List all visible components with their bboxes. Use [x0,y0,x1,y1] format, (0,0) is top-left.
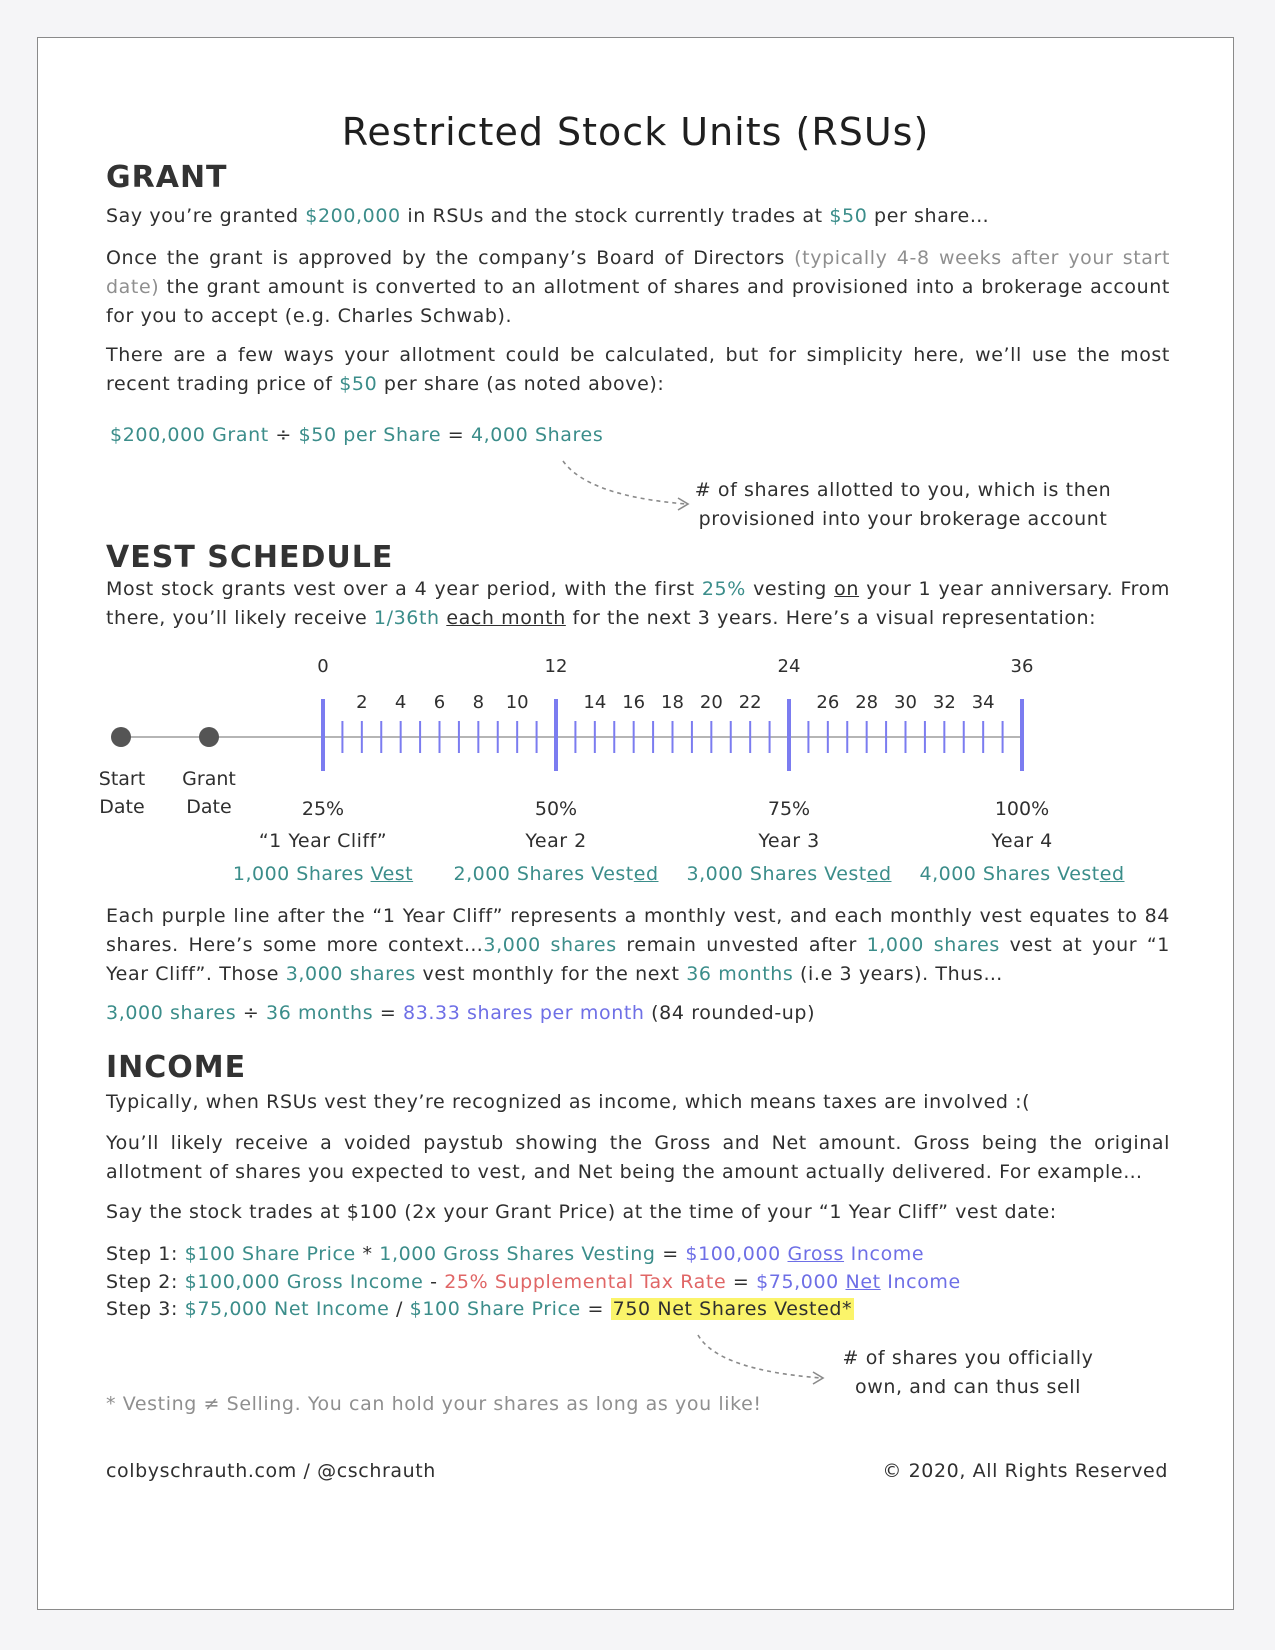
timeline-major-label: 0 [317,656,329,677]
timeline-minor-label: 22 [738,692,762,713]
start-date-label: Start Date [98,768,146,818]
timeline-minor-label: 26 [816,692,840,713]
page-title: Restricted Stock Units (RSUs) [341,110,930,154]
milestone-year: Year 4 [991,830,1053,852]
milestone-percent: 50% [534,798,578,820]
grant-date-dot [199,727,219,747]
footer-right: © 2020, All Rights Reserved [882,1460,1168,1482]
grant-formula: $200,000 Grant ÷ $50 per Share = 4,000 S… [110,424,604,446]
timeline-minor-label: 14 [583,692,607,713]
timeline-minor-label: 2 [356,692,368,713]
timeline-major-label: 12 [544,656,568,677]
milestone-shares: 1,000 Shares Vest [193,863,453,885]
milestone-year: Year 3 [758,830,820,852]
vest-formula: 3,000 shares ÷ 36 months = 83.33 shares … [106,1002,816,1024]
milestone-shares-text: 4,000 Shares Vest [919,863,1100,885]
grant-date-label: Grant Date [182,768,236,818]
income-step-1: Step 1: $100 Share Price * 1,000 Gross S… [106,1243,925,1265]
footer-left: colbyschrauth.com / @cschrauth [106,1460,436,1482]
income-note-arrow [697,1334,825,1385]
milestone-shares: 2,000 Shares Vested [426,863,686,885]
grant-paragraph-3: There are a few ways your allotment coul… [106,344,1170,395]
grant-note-arrow [562,460,690,511]
milestone-shares-text: 3,000 Shares Vest [686,863,867,885]
income-step-3: Step 3: $75,000 Net Income / $100 Share … [106,1298,855,1320]
milestone-shares-underlined: Vest [370,863,414,885]
timeline-minor-label: 10 [505,692,529,713]
vest-paragraph-2: Each purple line after the “1 Year Cliff… [106,905,1170,985]
footnote: * Vesting ≠ Selling. You can hold your s… [106,1393,762,1415]
timeline-minor-label: 16 [622,692,646,713]
start-date-dot [111,727,131,747]
milestone-shares: 3,000 Shares Vested [659,863,919,885]
grant-heading: GRANT [106,160,228,195]
income-heading: INCOME [106,1050,247,1085]
milestone-shares-underlined: ed [1099,863,1125,885]
timeline-minor-label: 34 [971,692,995,713]
grant-paragraph-2: Once the grant is approved by the compan… [106,247,1170,327]
timeline-minor-label: 32 [932,692,956,713]
timeline-major-label: 24 [777,656,801,677]
net-shares-highlight: 750 Net Shares Vested* [610,1298,855,1320]
milestone-shares-underlined: ed [866,863,892,885]
timeline-minor-label: 8 [472,692,485,713]
income-step-2: Step 2: $100,000 Gross Income - 25% Supp… [106,1271,961,1293]
income-paragraph-2: You’ll likely receive a voided paystub s… [106,1132,1170,1183]
milestone-shares-underlined: ed [633,863,659,885]
timeline-minor-label: 18 [661,692,684,713]
milestone-year: Year 2 [525,830,587,852]
milestone-year: “1 Year Cliff” [258,830,388,852]
milestone-shares-text: 1,000 Shares [232,863,371,885]
milestone-percent: 25% [301,798,345,820]
milestone-percent: 100% [994,798,1050,820]
income-paragraph-1: Typically, when RSUs vest they’re recogn… [106,1091,1031,1113]
grant-paragraph-1: Say you’re granted $200,000 in RSUs and … [106,205,990,227]
timeline-minor-label: 4 [394,692,407,713]
income-paragraph-3: Say the stock trades at $100 (2x your Gr… [106,1201,1057,1223]
timeline-minor-label: 20 [699,692,723,713]
timeline-minor-label: 28 [855,692,879,713]
income-note: # of shares you officially own, and can … [842,1347,1094,1398]
milestone-shares-text: 2,000 Shares Vest [453,863,634,885]
grant-note: # of shares allotted to you, which is th… [694,479,1112,530]
timeline-major-label: 36 [1010,656,1034,677]
timeline-minor-label: 30 [894,692,917,713]
document-page: Restricted Stock Units (RSUs) GRANT Say … [37,37,1234,1610]
milestone-shares: 4,000 Shares Vested [892,863,1152,885]
vest-heading: VEST SCHEDULE [106,540,394,575]
milestone-percent: 75% [767,798,811,820]
timeline-minor-label: 6 [433,692,446,713]
vest-paragraph-1: Most stock grants vest over a 4 year per… [106,578,1170,629]
